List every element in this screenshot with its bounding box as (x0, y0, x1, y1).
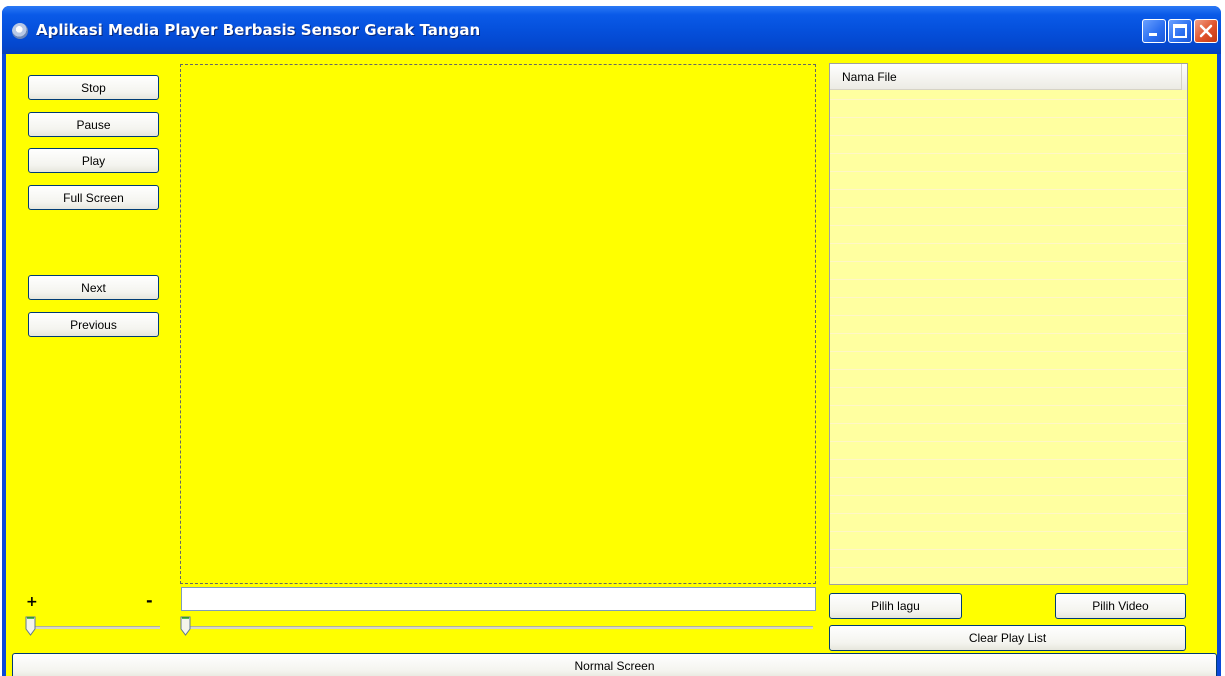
title-bar[interactable]: Aplikasi Media Player Berbasis Sensor Ge… (2, 6, 1221, 54)
fullscreen-button[interactable]: Full Screen (28, 185, 159, 210)
minimize-icon (1149, 33, 1157, 36)
volume-plus-label: + (26, 594, 38, 610)
volume-minus-label: - (146, 591, 153, 610)
playlist-column-header[interactable]: Nama File (830, 64, 1181, 90)
seek-text-field[interactable] (181, 587, 816, 611)
normal-screen-button[interactable]: Normal Screen (12, 653, 1217, 676)
pilih-video-button[interactable]: Pilih Video (1055, 593, 1186, 619)
maximize-button[interactable] (1168, 19, 1192, 43)
close-button[interactable] (1194, 19, 1218, 43)
next-button[interactable]: Next (28, 275, 159, 300)
playlist-header-filler (1181, 64, 1187, 90)
stop-button[interactable]: Stop (28, 75, 159, 100)
volume-slider-thumb[interactable] (25, 616, 36, 636)
playlist-view[interactable]: Nama File (829, 63, 1188, 585)
pause-button[interactable]: Pause (28, 112, 159, 137)
clear-playlist-button[interactable]: Clear Play List (829, 625, 1186, 651)
previous-button[interactable]: Previous (28, 312, 159, 337)
seek-slider-thumb[interactable] (180, 616, 191, 636)
close-icon (1199, 24, 1213, 38)
play-button[interactable]: Play (28, 148, 159, 173)
window-title: Aplikasi Media Player Berbasis Sensor Ge… (36, 21, 481, 39)
volume-track[interactable] (28, 626, 160, 629)
app-window: Aplikasi Media Player Berbasis Sensor Ge… (2, 6, 1221, 676)
client-area: Stop Pause Play Full Screen Next Previou… (6, 54, 1217, 676)
video-display[interactable] (180, 64, 816, 584)
seek-track[interactable] (181, 626, 813, 629)
media-disc-icon (12, 23, 28, 39)
minimize-button[interactable] (1142, 19, 1166, 43)
pilih-lagu-button[interactable]: Pilih lagu (829, 593, 962, 619)
maximize-icon (1173, 24, 1187, 38)
